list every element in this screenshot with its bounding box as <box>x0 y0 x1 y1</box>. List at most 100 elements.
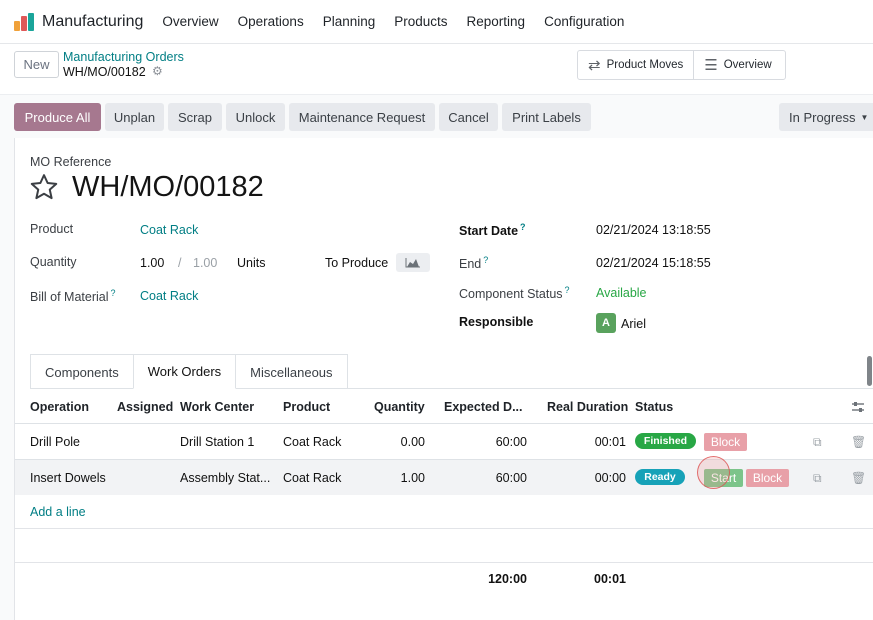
component-status-label-text: Component Status <box>459 287 563 302</box>
quantity-separator: / <box>178 256 182 270</box>
product-moves-button[interactable]: ⇄ Product Moves <box>578 51 693 79</box>
open-external-icon[interactable]: ⧉ <box>813 471 822 486</box>
help-mark: ? <box>564 285 570 295</box>
column-product[interactable]: Product <box>283 400 330 414</box>
menu-operations[interactable]: Operations <box>238 14 304 29</box>
table-row[interactable]: Drill Pole Drill Station 1 Coat Rack 0.0… <box>15 423 873 459</box>
status-badge: Finished <box>635 433 696 449</box>
produce-all-button[interactable]: Produce All <box>14 103 101 131</box>
unplan-button[interactable]: Unplan <box>105 103 164 131</box>
breadcrumb-manufacturing-orders[interactable]: Manufacturing Orders <box>63 50 184 64</box>
column-work-center[interactable]: Work Center <box>180 400 254 414</box>
optional-columns-icon[interactable] <box>851 400 865 414</box>
menu-reporting[interactable]: Reporting <box>467 14 526 29</box>
click-indicator <box>697 456 730 489</box>
product-cell: Coat Rack <box>283 471 342 485</box>
responsible-value[interactable]: Ariel <box>621 317 646 331</box>
start-date-label-text: Start Date <box>459 224 519 239</box>
product-moves-label: Product Moves <box>606 59 684 71</box>
menu-planning[interactable]: Planning <box>323 14 376 29</box>
trash-icon[interactable]: 🗑 <box>851 471 866 485</box>
caret-down-icon: ▼ <box>860 112 869 122</box>
scrap-button[interactable]: Scrap <box>168 103 222 131</box>
table-divider <box>15 528 873 529</box>
block-button[interactable]: Block <box>746 469 789 487</box>
column-quantity[interactable]: Quantity <box>374 400 425 414</box>
component-status-label: Component Status? <box>459 285 570 301</box>
expected-duration-cell: 60:00 <box>495 471 527 485</box>
quantity-value[interactable]: 1.00 <box>140 256 164 270</box>
bom-label: Bill of Material? <box>30 288 116 304</box>
scrollbar[interactable] <box>867 356 872 386</box>
print-labels-button[interactable]: Print Labels <box>502 103 591 131</box>
operation-cell: Drill Pole <box>30 435 81 449</box>
overview-label: Overview <box>723 59 772 71</box>
menu-configuration[interactable]: Configuration <box>544 14 624 29</box>
expected-duration-cell: 60:00 <box>495 435 527 449</box>
new-button[interactable]: New <box>14 51 59 78</box>
form-sheet: MO Reference WH/MO/00182 Product Coat Ra… <box>14 138 873 620</box>
uom-value: Units <box>237 256 266 270</box>
list-icon: ☰ <box>704 57 718 74</box>
start-date-value[interactable]: 02/21/2024 13:18:55 <box>596 223 711 237</box>
tab-work-orders[interactable]: Work Orders <box>132 354 237 389</box>
action-bar: Produce All Unplan Scrap Unlock Maintena… <box>0 94 873 138</box>
total-expected-duration: 120:00 <box>488 572 527 586</box>
product-label: Product <box>30 222 74 236</box>
tab-components[interactable]: Components <box>30 354 134 389</box>
top-navbar: Manufacturing Overview Operations Planni… <box>0 0 873 44</box>
area-chart-icon <box>405 258 420 268</box>
overview-button[interactable]: ☰ Overview <box>693 51 785 79</box>
end-value[interactable]: 02/21/2024 15:18:55 <box>596 256 711 270</box>
column-operation[interactable]: Operation <box>30 400 89 414</box>
transfer-arrows-icon: ⇄ <box>588 57 601 74</box>
bom-value[interactable]: Coat Rack <box>140 289 198 303</box>
bom-label-text: Bill of Material <box>30 290 109 305</box>
operation-cell: Insert Dowels <box>30 471 106 485</box>
mo-reference-label: MO Reference <box>30 155 112 169</box>
app-title[interactable]: Manufacturing <box>42 13 143 31</box>
block-button[interactable]: Block <box>704 433 747 451</box>
add-a-line-link[interactable]: Add a line <box>30 505 86 519</box>
end-label: End? <box>459 255 488 271</box>
smart-buttons: ⇄ Product Moves ☰ Overview <box>577 50 787 80</box>
unlock-button[interactable]: Unlock <box>226 103 285 131</box>
gear-icon[interactable]: ⚙ <box>152 64 163 78</box>
table-row[interactable]: Insert Dowels Assembly Stat... Coat Rack… <box>15 459 873 495</box>
star-icon[interactable] <box>29 172 59 202</box>
tab-miscellaneous[interactable]: Miscellaneous <box>235 354 348 389</box>
end-label-text: End <box>459 257 482 272</box>
real-duration-cell: 00:01 <box>594 435 626 449</box>
open-external-icon[interactable]: ⧉ <box>813 435 822 450</box>
avatar[interactable]: A <box>596 313 616 333</box>
column-real-duration[interactable]: Real Duration <box>547 400 628 414</box>
help-mark: ? <box>110 288 116 298</box>
control-panel: New Manufacturing Orders WH/MO/00182 ⚙ ⇄… <box>0 44 873 94</box>
cancel-button[interactable]: Cancel <box>439 103 498 131</box>
product-value[interactable]: Coat Rack <box>140 223 198 237</box>
help-mark: ? <box>520 222 526 232</box>
table-footer-divider <box>15 562 873 563</box>
product-cell: Coat Rack <box>283 435 342 449</box>
work-center-cell: Assembly Stat... <box>180 471 271 485</box>
status-dropdown[interactable]: In Progress ▼ <box>779 103 873 131</box>
column-expected-duration[interactable]: Expected D... <box>444 400 523 414</box>
quantity-total: 1.00 <box>193 256 218 270</box>
forecast-button[interactable] <box>396 253 430 272</box>
manufacturing-app-icon[interactable] <box>14 12 36 31</box>
notebook-tabs: Components Work Orders Miscellaneous <box>30 354 348 389</box>
column-status[interactable]: Status <box>635 400 673 414</box>
responsible-label: Responsible <box>459 315 534 329</box>
quantity-cell: 1.00 <box>400 471 425 485</box>
trash-icon[interactable]: 🗑 <box>851 435 866 449</box>
real-duration-cell: 00:00 <box>594 471 626 485</box>
start-date-label: Start Date? <box>459 222 526 238</box>
menu-overview[interactable]: Overview <box>162 14 218 29</box>
quantity-label: Quantity <box>30 255 77 269</box>
menu-products[interactable]: Products <box>394 14 447 29</box>
breadcrumb-current-record: WH/MO/00182 <box>63 65 146 79</box>
column-assigned[interactable]: Assigned <box>117 400 173 414</box>
maintenance-request-button[interactable]: Maintenance Request <box>289 103 435 131</box>
work-center-cell: Drill Station 1 <box>180 435 255 449</box>
quantity-cell: 0.00 <box>400 435 425 449</box>
